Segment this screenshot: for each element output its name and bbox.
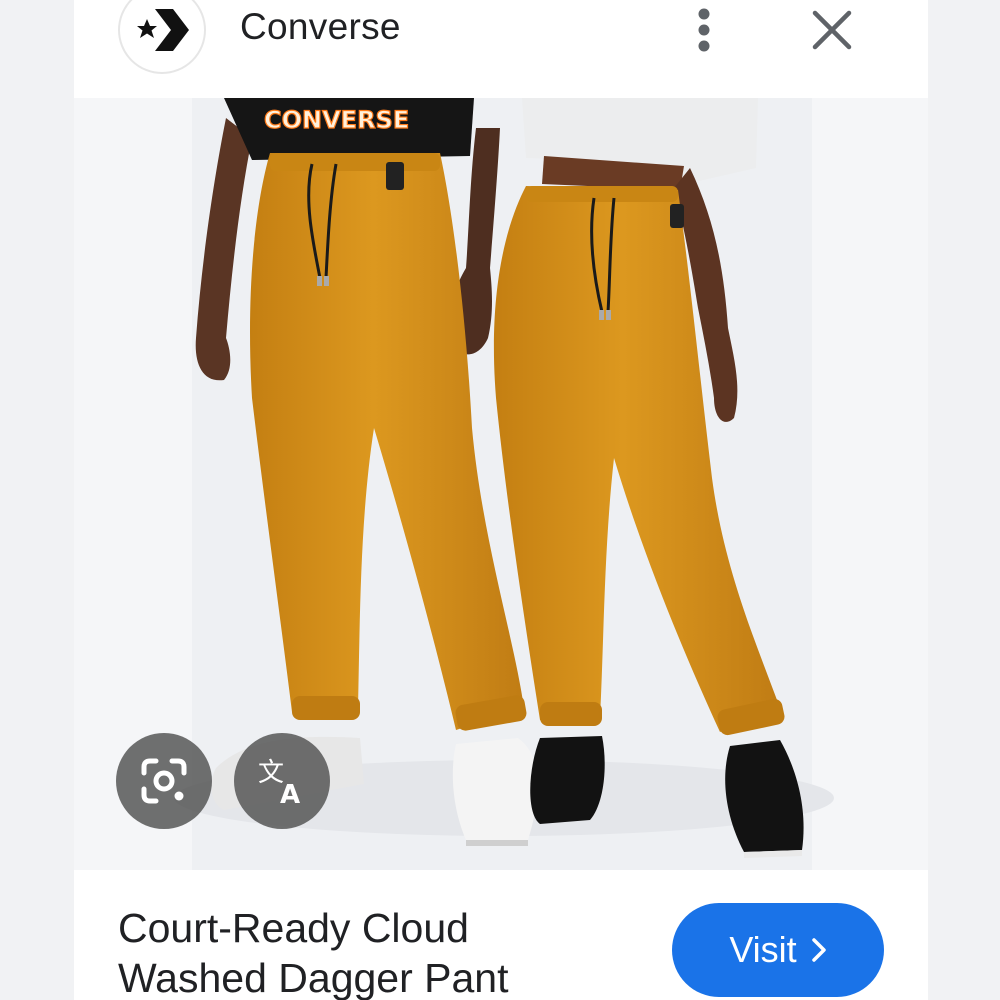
svg-text:A: A [280,780,300,810]
visit-button[interactable]: Visit [672,903,884,997]
site-name[interactable]: Converse [240,6,401,48]
result-card: Converse CONVERSE 文 A Court-Ready Cloud … [74,0,928,1000]
translate-button[interactable]: 文 A [234,733,330,829]
chevron-right-icon [811,938,826,962]
converse-logo-icon [137,9,189,51]
more-vert-icon [698,8,710,52]
more-options-button[interactable] [684,4,724,52]
translate-icon: 文 A [258,758,300,810]
site-logo[interactable] [118,0,206,74]
shirt-print: CONVERSE [264,106,409,134]
lens-button[interactable] [116,733,212,829]
close-icon [812,10,852,50]
card-header: Converse [74,0,928,98]
product-image[interactable]: CONVERSE 文 A [74,98,928,870]
close-button[interactable] [808,6,856,54]
right-margin [928,0,1000,1000]
lens-icon [141,758,187,804]
product-title-line1[interactable]: Court-Ready Cloud [118,905,469,952]
left-margin [0,0,74,1000]
visit-label: Visit [729,929,797,970]
product-title-line2[interactable]: Washed Dagger Pant [118,955,508,1000]
